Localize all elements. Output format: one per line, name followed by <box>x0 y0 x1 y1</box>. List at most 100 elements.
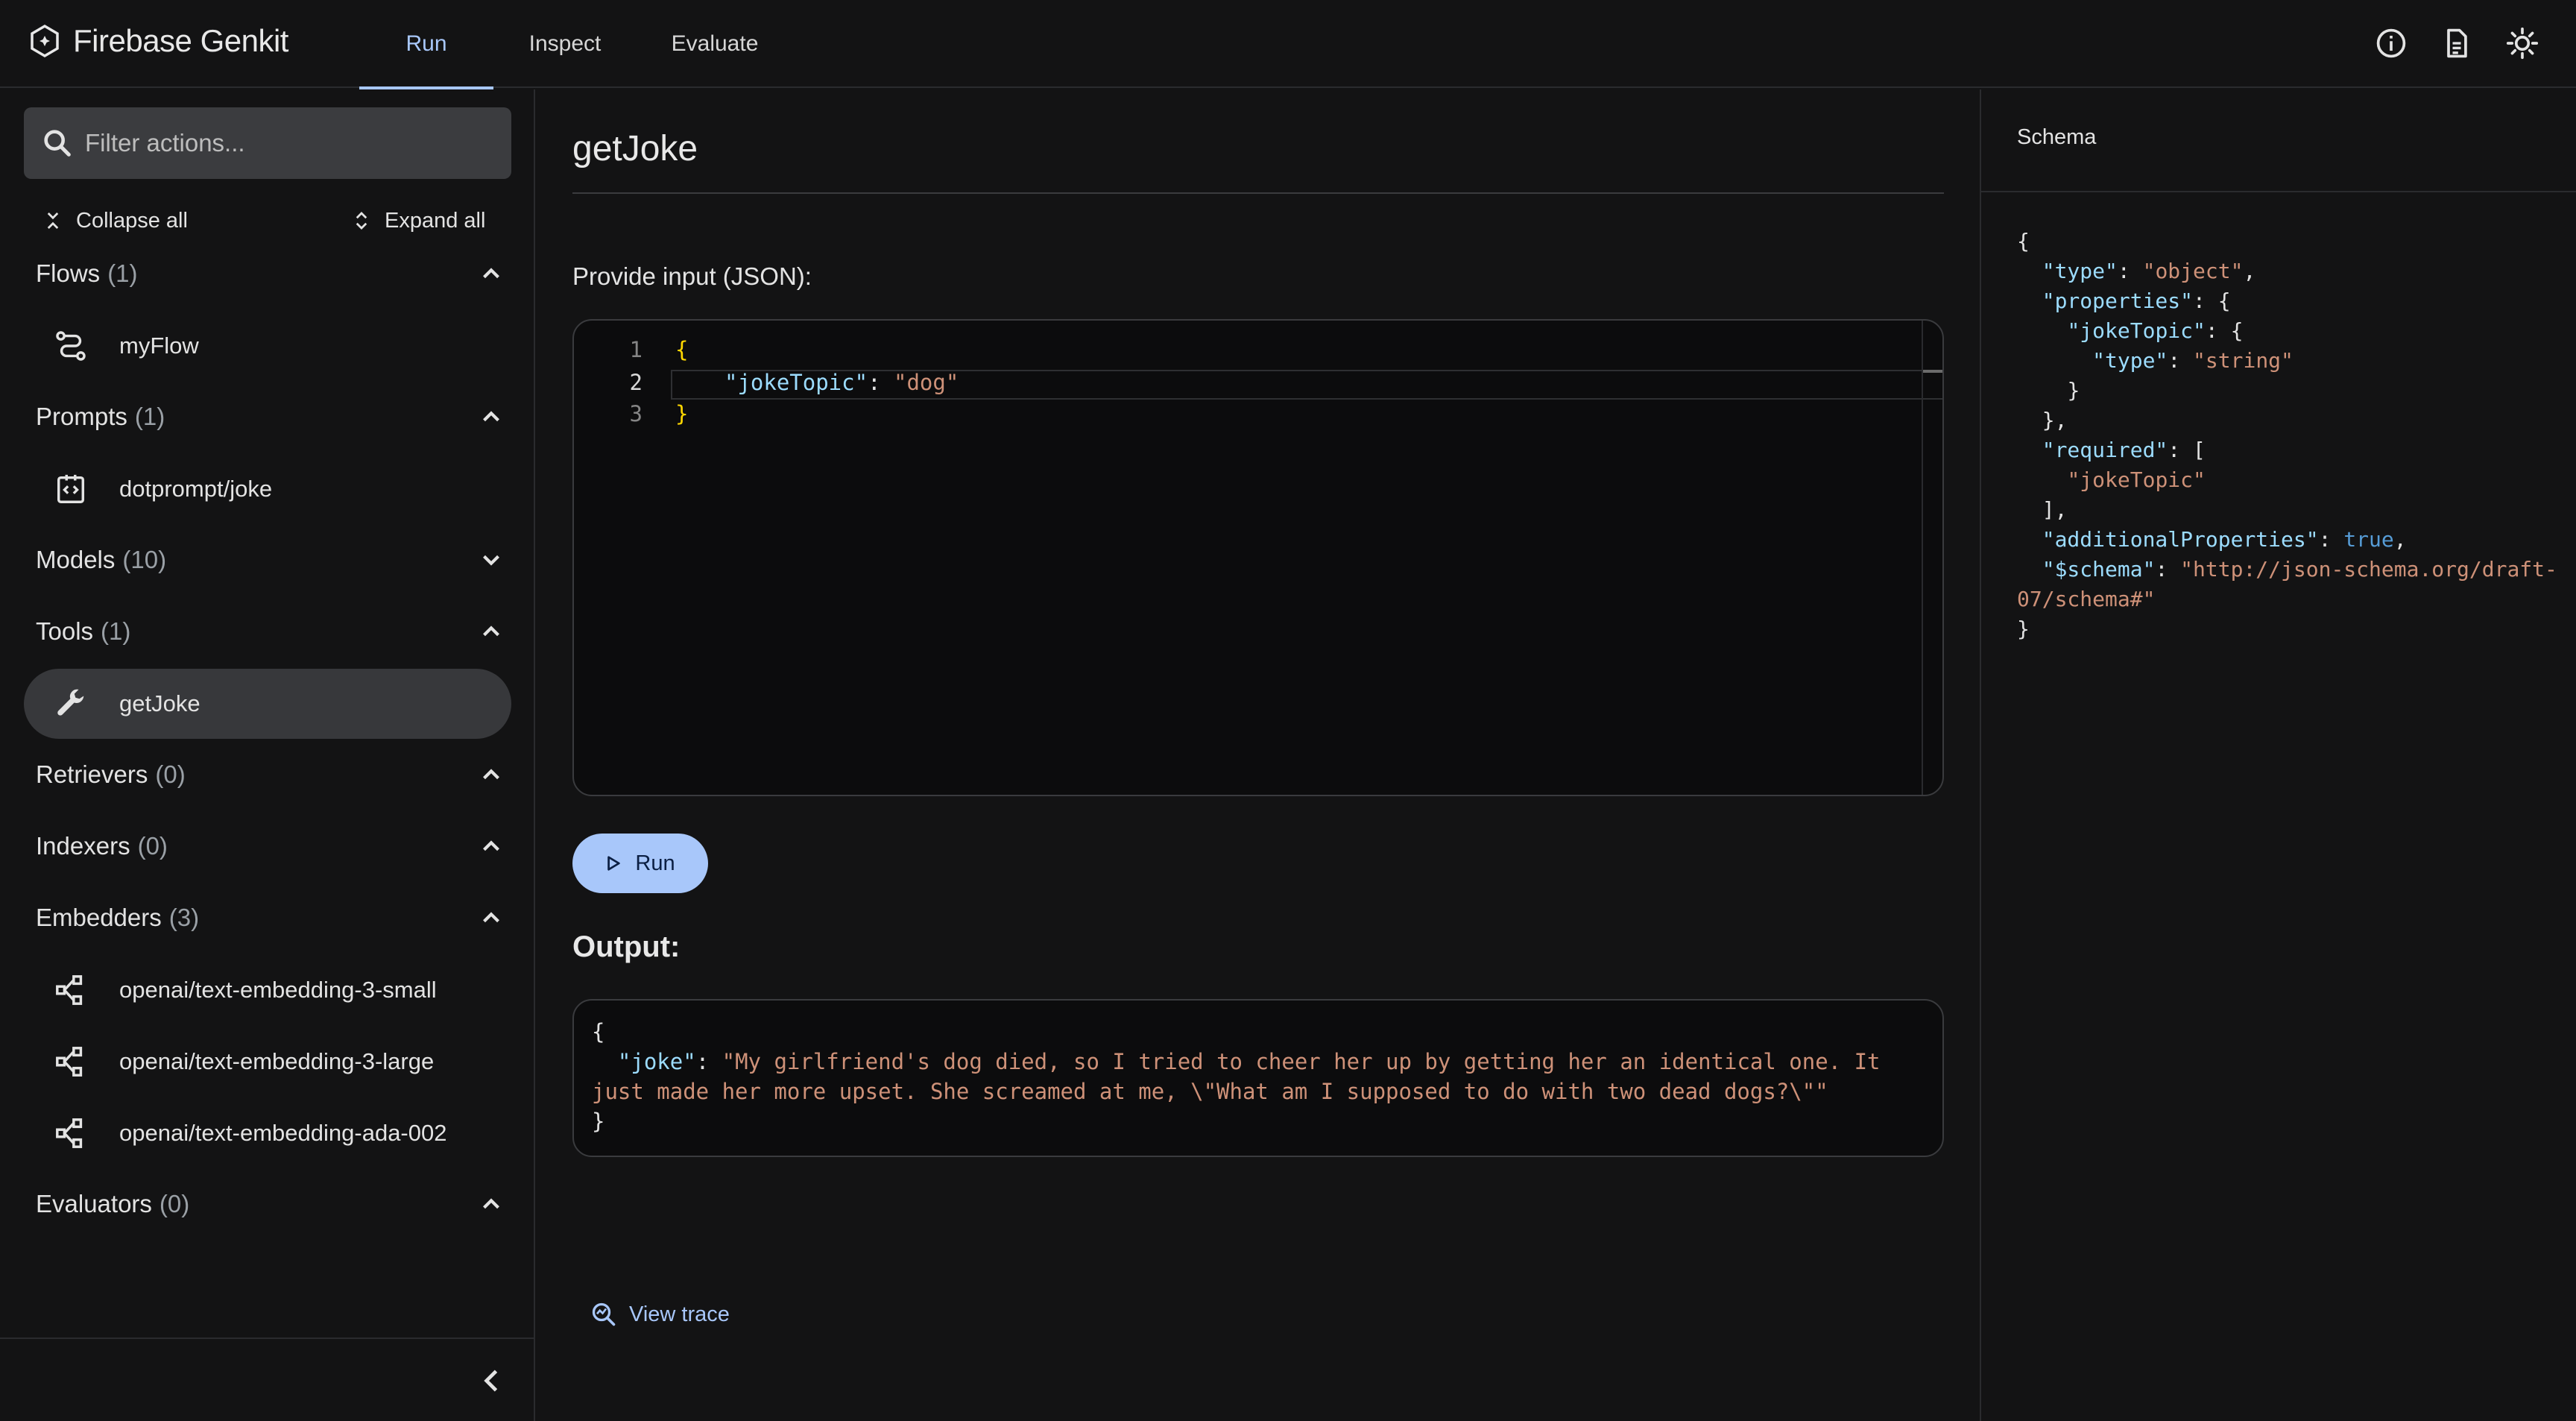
group-evaluators-count: (0) <box>159 1190 190 1217</box>
view-trace-link[interactable]: View trace <box>590 1296 730 1333</box>
run-button[interactable]: Run <box>572 834 708 893</box>
editor-scrollbar[interactable] <box>1922 321 1942 795</box>
schema-value: "object" <box>2142 259 2244 283</box>
group-models-count: (10) <box>122 546 167 573</box>
tab-inspect[interactable]: Inspect <box>507 0 623 88</box>
chevron-up-icon <box>483 769 499 780</box>
collapse-sidebar-icon[interactable] <box>476 1364 508 1397</box>
group-retrievers-count: (0) <box>155 760 186 788</box>
action-item-embedder-ada-002[interactable]: openai/text-embedding-ada-002 <box>24 1098 511 1168</box>
brand: Firebase Genkit <box>27 20 288 62</box>
main-panel: getJoke Provide input (JSON): 1 2 3 { "j… <box>537 89 1979 1421</box>
code-line: "jokeTopic": "dog" <box>724 370 959 395</box>
action-item-label: openai/text-embedding-3-large <box>119 1048 435 1074</box>
group-prompts-count: (1) <box>134 403 165 430</box>
brand-name: Firebase Genkit <box>73 23 288 58</box>
group-prompts-label: Prompts <box>36 403 127 430</box>
prompt-icon <box>57 474 85 503</box>
json-value: "dog" <box>893 370 959 395</box>
schema-close: } <box>2017 617 2030 641</box>
action-item-label: dotprompt/joke <box>119 476 273 502</box>
group-indexers-header[interactable]: Indexers (0) <box>36 824 505 869</box>
code-line: } <box>675 401 688 426</box>
output-colon: : <box>695 1049 722 1074</box>
group-embedders-header[interactable]: Embedders (3) <box>36 895 505 940</box>
page-title: getJoke <box>572 129 698 168</box>
trace-search-icon <box>592 1302 616 1326</box>
tab-evaluate[interactable]: Evaluate <box>659 0 771 88</box>
chevron-down-icon <box>483 555 499 566</box>
schema-divider <box>1981 191 2576 192</box>
group-prompts-header[interactable]: Prompts (1) <box>36 394 505 439</box>
group-retrievers-header[interactable]: Retrievers (0) <box>36 752 505 797</box>
output-key: "joke" <box>617 1049 696 1074</box>
collapse-all-button[interactable]: Collapse all <box>42 203 188 239</box>
tab-evaluate-label: Evaluate <box>671 31 759 56</box>
action-item-label: getJoke <box>119 690 201 716</box>
play-icon <box>607 856 621 871</box>
action-item-embedder-3-large[interactable]: openai/text-embedding-3-large <box>24 1027 511 1097</box>
group-flows-header[interactable]: Flows (1) <box>36 251 505 296</box>
schema-key: "properties" <box>2042 289 2194 313</box>
chevron-up-icon <box>483 411 499 422</box>
wrench-icon <box>57 689 84 716</box>
expand-all-icon <box>356 212 367 230</box>
group-embedders-label: Embedders <box>36 904 162 931</box>
line-number: 1 <box>629 337 643 362</box>
schema-value: "string" <box>2193 348 2294 373</box>
output-close-brace: } <box>592 1109 605 1134</box>
chevron-up-icon <box>483 626 499 637</box>
sidebar-footer <box>0 1337 534 1421</box>
schema-value: "jokeTopic" <box>2067 467 2206 492</box>
view-trace-label: View trace <box>629 1302 730 1326</box>
json-input-editor[interactable]: 1 2 3 { "jokeTopic": "dog" } <box>572 319 1944 796</box>
search-box[interactable] <box>24 107 511 179</box>
search-icon <box>44 130 71 157</box>
tab-run-label: Run <box>405 31 447 56</box>
chevron-up-icon <box>483 268 499 279</box>
group-indexers-label: Indexers <box>36 832 130 860</box>
theme-toggle-button[interactable] <box>2501 22 2543 64</box>
input-label: Provide input (JSON): <box>572 262 812 290</box>
expand-all-button[interactable]: Expand all <box>350 203 485 239</box>
action-item-label: myFlow <box>119 333 199 359</box>
search-input[interactable] <box>85 129 487 157</box>
tab-run[interactable]: Run <box>359 0 493 89</box>
action-item-getjoke[interactable]: getJoke <box>24 669 511 739</box>
schema-code: { "type": "object", "properties": { "jok… <box>2017 229 2557 641</box>
code-line: { <box>675 337 688 362</box>
output-value: "My girlfriend's dog died, so I tried to… <box>592 1049 1893 1104</box>
group-embedders-count: (3) <box>168 904 200 931</box>
action-item-embedder-3-small[interactable]: openai/text-embedding-3-small <box>24 955 511 1025</box>
json-key: "jokeTopic" <box>724 370 868 395</box>
group-flows-label: Flows <box>36 259 101 287</box>
chevron-up-icon <box>483 912 499 923</box>
schema-open: { <box>2017 229 2030 253</box>
group-tools-header[interactable]: Tools (1) <box>36 609 505 654</box>
action-item-label: openai/text-embedding-ada-002 <box>119 1120 447 1146</box>
collapse-all-icon <box>47 212 59 229</box>
group-models-header[interactable]: Models (10) <box>36 538 505 582</box>
chevron-up-icon <box>483 840 499 851</box>
docs-icon <box>2447 28 2467 58</box>
group-retrievers-label: Retrievers <box>36 760 148 788</box>
title-divider <box>572 192 1944 194</box>
output-open-brace: { <box>592 1019 605 1045</box>
json-colon: : <box>868 370 894 395</box>
sidebar: Collapse all Expand all Flows (1) myFlow… <box>0 89 535 1421</box>
action-item-label: openai/text-embedding-3-small <box>119 977 437 1003</box>
embedder-icon <box>56 1047 83 1077</box>
top-bar: Firebase Genkit Run Inspect Evaluate <box>0 0 2576 89</box>
group-tools-label: Tools <box>36 617 94 645</box>
info-button[interactable] <box>2370 22 2412 64</box>
info-icon <box>2376 28 2406 58</box>
action-item-dotprompt-joke[interactable]: dotprompt/joke <box>24 454 511 524</box>
run-button-label: Run <box>635 851 675 875</box>
flow-icon <box>56 331 86 361</box>
embedder-icon <box>56 975 83 1005</box>
docs-button[interactable] <box>2436 22 2478 64</box>
group-evaluators-header[interactable]: Evaluators (0) <box>36 1182 505 1226</box>
schema-value: true <box>2343 527 2394 552</box>
action-item-myflow[interactable]: myFlow <box>24 311 511 381</box>
tab-inspect-label: Inspect <box>528 31 602 56</box>
